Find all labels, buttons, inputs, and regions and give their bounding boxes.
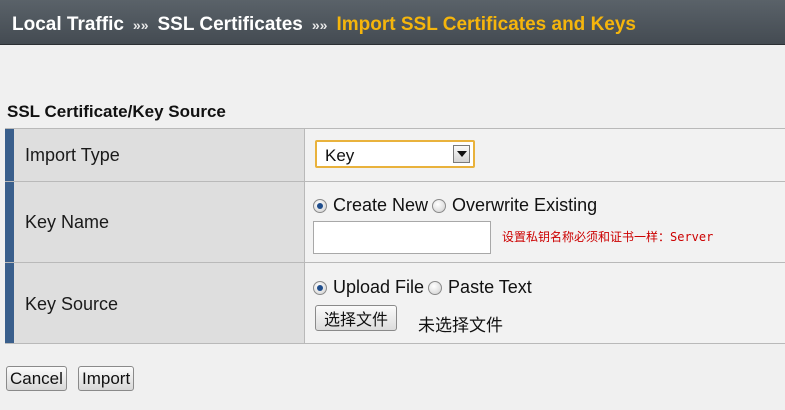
overwrite-existing-label[interactable]: Overwrite Existing [452, 195, 597, 216]
row-accent-bar [5, 129, 14, 181]
dropdown-arrow-icon[interactable] [453, 145, 470, 163]
overwrite-existing-radio[interactable] [432, 198, 447, 213]
paste-text-radio[interactable] [428, 280, 443, 295]
import-type-selected-value: Key [325, 146, 355, 165]
row-accent-bar [5, 263, 14, 343]
key-name-label-cell: Key Name [14, 182, 305, 262]
key-source-value-cell: Upload File Paste Text 选择文件 未选择文件 [305, 263, 785, 343]
import-type-label-cell: Import Type [14, 129, 305, 181]
create-new-radio[interactable] [313, 198, 327, 213]
import-type-label: Import Type [25, 145, 120, 165]
paste-text-label[interactable]: Paste Text [448, 277, 532, 298]
cancel-button[interactable]: Cancel [6, 366, 67, 391]
choose-file-button[interactable]: 选择文件 [315, 305, 398, 331]
upload-file-radio[interactable] [313, 280, 327, 295]
import-type-row: Import Type Key [5, 129, 785, 182]
upload-file-label[interactable]: Upload File [333, 277, 424, 298]
breadcrumb: Local Traffic »» SSL Certificates »» Import … [0, 0, 785, 45]
import-type-select[interactable]: Key [315, 140, 475, 168]
breadcrumb-current-page: Import SSL Certificates and Keys [336, 14, 636, 35]
create-new-label[interactable]: Create New [333, 195, 428, 216]
breadcrumb-ssl-certificates[interactable]: SSL Certificates [158, 14, 303, 35]
breadcrumb-local-traffic[interactable]: Local Traffic [12, 14, 124, 35]
key-name-value-cell: Create New Overwrite Existing 设置私钥名称必须和证… [305, 182, 785, 262]
key-name-radio-group: Create New Overwrite Existing [313, 195, 597, 216]
key-source-label: Key Source [25, 294, 119, 314]
key-name-input[interactable] [313, 221, 491, 254]
key-source-radio-group: Upload File Paste Text [313, 277, 532, 298]
import-button[interactable]: Import [78, 366, 135, 391]
breadcrumb-separator: »» [132, 17, 149, 33]
key-name-label: Key Name [25, 212, 110, 232]
key-source-label-cell: Key Source [14, 263, 305, 343]
key-name-hint: 设置私钥名称必须和证书一样：Server [502, 230, 714, 244]
section-title: SSL Certificate/Key Source [7, 102, 226, 121]
import-type-value-cell: Key [305, 129, 785, 181]
import-form-table: Import Type Key Key Name Create New Over… [5, 128, 785, 344]
key-source-row: Key Source Upload File Paste Text 选择文件 未… [5, 263, 785, 344]
key-name-row: Key Name Create New Overwrite Existing 设… [5, 182, 785, 263]
breadcrumb-separator: »» [311, 17, 328, 33]
file-status-text: 未选择文件 [418, 316, 503, 336]
row-accent-bar [5, 182, 14, 262]
